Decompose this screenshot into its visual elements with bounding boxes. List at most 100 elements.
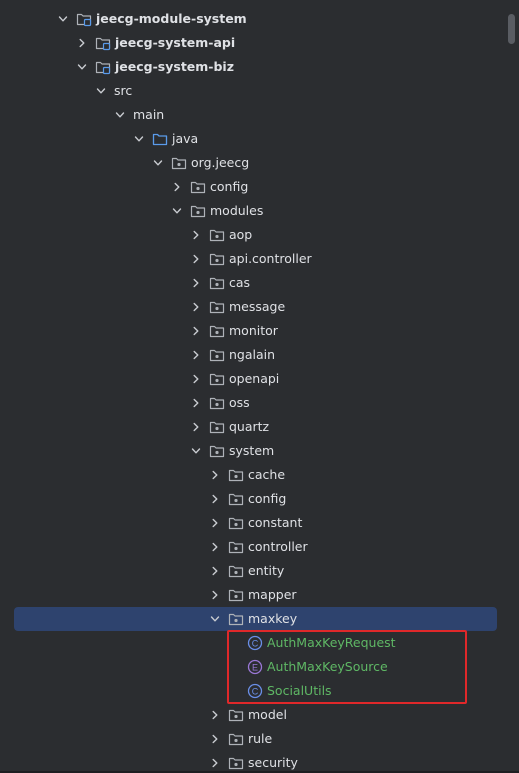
chevron-right-icon[interactable] — [208, 588, 222, 602]
package-icon — [228, 515, 244, 531]
tree-node-row[interactable]: system — [0, 439, 497, 463]
chevron-right-icon[interactable] — [189, 252, 203, 266]
chevron-right-icon[interactable] — [208, 540, 222, 554]
tree-node-label: config — [248, 491, 287, 506]
chevron-right-icon[interactable] — [189, 348, 203, 362]
class-icon: C — [247, 635, 263, 651]
tree-node-row[interactable]: controller — [0, 535, 497, 559]
scrollbar-track[interactable] — [505, 0, 519, 773]
chevron-right-icon[interactable] — [189, 300, 203, 314]
tree-node-label: src — [114, 83, 133, 98]
tree-node-row[interactable]: mapper — [0, 583, 497, 607]
class-icon: C — [247, 683, 263, 699]
tree-node-row[interactable]: cache — [0, 463, 497, 487]
tree-node-label: monitor — [229, 323, 278, 338]
chevron-right-icon[interactable] — [208, 468, 222, 482]
tree-node-row[interactable]: config — [0, 175, 497, 199]
chevron-right-icon[interactable] — [189, 396, 203, 410]
tree-node-row[interactable]: java — [0, 127, 497, 151]
tree-node-row[interactable]: model — [0, 703, 497, 727]
tree-file-row[interactable]: C AuthMaxKeyRequest — [0, 631, 497, 655]
package-icon — [209, 347, 225, 363]
tree-node-label: aop — [229, 227, 253, 242]
tree-node-label: quartz — [229, 419, 270, 434]
package-icon — [228, 563, 244, 579]
chevron-right-icon[interactable] — [208, 732, 222, 746]
tree-node-row[interactable]: jeecg-system-api — [0, 31, 497, 55]
tree-node-label: maxkey — [248, 611, 298, 626]
chevron-right-icon[interactable] — [208, 564, 222, 578]
chevron-right-icon[interactable] — [208, 756, 222, 770]
chevron-right-icon[interactable] — [189, 276, 203, 290]
svg-text:C: C — [252, 638, 259, 648]
tree-node-row[interactable]: message — [0, 295, 497, 319]
tree-node-row[interactable]: aop — [0, 223, 497, 247]
tree-node-row[interactable]: oss — [0, 391, 497, 415]
tree-node-row[interactable]: jeecg-module-system — [0, 7, 497, 31]
module-folder-icon — [95, 59, 111, 75]
chevron-down-icon[interactable] — [113, 108, 127, 122]
tree-node-row[interactable]: modules — [0, 199, 497, 223]
tree-node-label: cache — [248, 467, 286, 482]
tree-node-row[interactable]: entity — [0, 559, 497, 583]
tree-node-label: rule — [248, 731, 273, 746]
chevron-down-icon[interactable] — [56, 12, 70, 26]
tree-node-row[interactable]: quartz — [0, 415, 497, 439]
tree-node-label: oss — [229, 395, 250, 410]
tree-node-row[interactable]: src — [0, 79, 497, 103]
scrollbar-thumb[interactable] — [508, 14, 515, 44]
tree-node-row[interactable]: cas — [0, 271, 497, 295]
chevron-right-icon[interactable] — [75, 36, 89, 50]
tree-node-row[interactable]: config — [0, 487, 497, 511]
tree-node-label: api.controller — [229, 251, 312, 266]
chevron-right-icon[interactable] — [189, 420, 203, 434]
tree-node-label: ngalain — [229, 347, 276, 362]
tree-node-label: config — [210, 179, 249, 194]
package-icon — [209, 251, 225, 267]
package-icon — [209, 443, 225, 459]
tree-node-label: system — [229, 443, 275, 458]
chevron-right-icon[interactable] — [208, 516, 222, 530]
package-icon — [228, 539, 244, 555]
chevron-right-icon[interactable] — [208, 492, 222, 506]
tree-node-row[interactable]: maxkey — [0, 607, 497, 631]
tree-node-row[interactable]: jeecg-system-biz — [0, 55, 497, 79]
tree-node-row[interactable]: constant — [0, 511, 497, 535]
svg-text:E: E — [252, 662, 258, 672]
tree-file-row[interactable]: C SocialUtils — [0, 679, 497, 703]
chevron-right-icon[interactable] — [189, 372, 203, 386]
tree-node-row[interactable]: openapi — [0, 367, 497, 391]
chevron-down-icon[interactable] — [151, 156, 165, 170]
chevron-right-icon[interactable] — [189, 324, 203, 338]
tree-node-row[interactable]: org.jeecg — [0, 151, 497, 175]
tree-file-row[interactable]: E AuthMaxKeySource — [0, 655, 497, 679]
chevron-down-icon[interactable] — [75, 60, 89, 74]
package-icon — [228, 707, 244, 723]
tree-node-row[interactable]: rule — [0, 727, 497, 751]
package-icon — [228, 491, 244, 507]
tree-node-label: jeecg-module-system — [96, 11, 247, 26]
chevron-down-icon[interactable] — [208, 612, 222, 626]
chevron-right-icon[interactable] — [170, 180, 184, 194]
tree-node-label: security — [248, 755, 298, 770]
tree-node-row[interactable]: ngalain — [0, 343, 497, 367]
chevron-down-icon[interactable] — [94, 84, 108, 98]
tree-node-row[interactable]: main — [0, 103, 497, 127]
package-icon — [190, 203, 206, 219]
package-icon — [228, 755, 244, 771]
chevron-down-icon[interactable] — [132, 132, 146, 146]
tree-node-label: entity — [248, 563, 285, 578]
tree-node-label: openapi — [229, 371, 280, 386]
chevron-down-icon[interactable] — [170, 204, 184, 218]
tree-node-row[interactable]: api.controller — [0, 247, 497, 271]
chevron-right-icon[interactable] — [208, 708, 222, 722]
chevron-down-icon[interactable] — [189, 444, 203, 458]
tree-node-label: mapper — [248, 587, 297, 602]
package-icon — [228, 611, 244, 627]
package-icon — [209, 323, 225, 339]
enum-icon: E — [247, 659, 263, 675]
chevron-right-icon[interactable] — [189, 228, 203, 242]
tree-node-label: controller — [248, 539, 308, 554]
tree-node-row[interactable]: monitor — [0, 319, 497, 343]
tree-node-row[interactable]: security — [0, 751, 497, 773]
